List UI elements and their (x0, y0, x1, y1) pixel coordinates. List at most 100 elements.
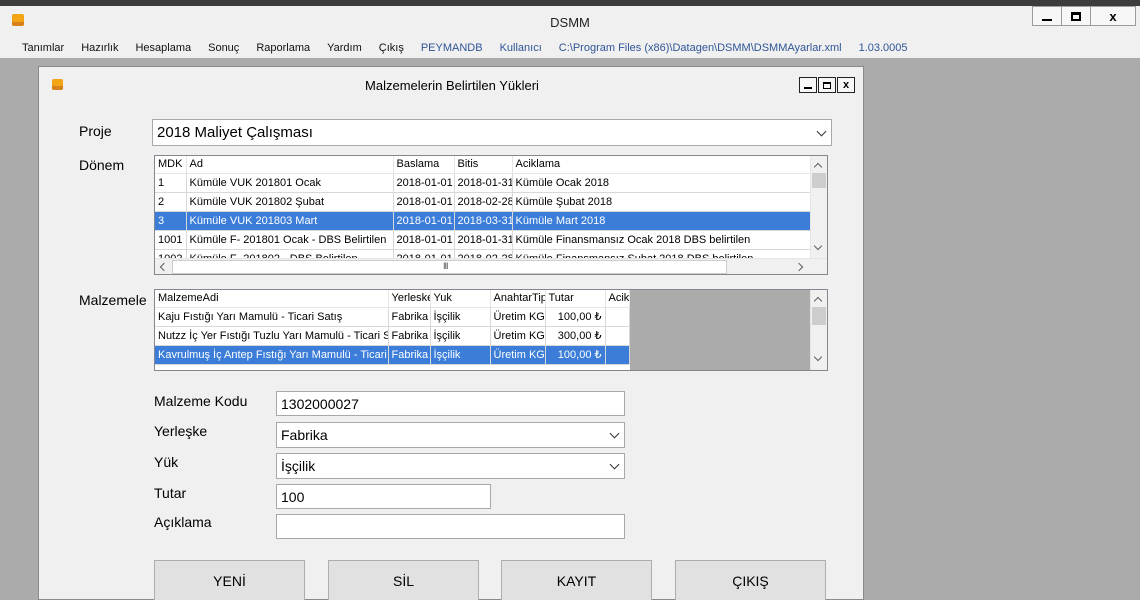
table-cell: Fabrika (388, 307, 431, 327)
table-cell: 300,00 ₺ (545, 326, 606, 346)
dialog-maximize-button[interactable] (818, 77, 836, 93)
scroll-thumb[interactable] (172, 260, 727, 274)
maximize-button[interactable] (1061, 6, 1091, 26)
donem-horizontal-scrollbar[interactable]: III (155, 258, 827, 274)
scroll-up-icon[interactable] (813, 296, 823, 306)
column-header[interactable]: Bitis (454, 156, 513, 174)
scroll-thumb[interactable] (812, 307, 826, 325)
donem-vertical-scrollbar[interactable] (810, 156, 827, 259)
donem-label: Dönem (79, 157, 125, 173)
yeni-button[interactable]: YENİ (154, 560, 305, 600)
table-cell: Kümüle Finansmansız Ocak 2018 DBS belirt… (512, 230, 826, 250)
column-header[interactable]: Ad (186, 156, 394, 174)
malzeme-vertical-scrollbar[interactable] (810, 290, 827, 370)
malzeme-kodu-input[interactable]: 1302000027 (276, 391, 625, 416)
table-cell: İşçilik (430, 307, 491, 327)
sil-button[interactable]: SİL (328, 560, 479, 600)
menu-item-4[interactable]: Raporlama (256, 42, 310, 54)
table-row[interactable]: 1001 Kümüle F- 201801 Ocak - DBS Belirtil… (155, 230, 826, 250)
table-row[interactable]: 3 Kümüle VUK 201803 Mart 2018-01-01 2018-03… (155, 211, 826, 231)
table-cell: 2018-02-28 (454, 192, 513, 212)
table-cell: Kümüle Şubat 2018 (512, 192, 826, 212)
table-cell: 3 (155, 211, 187, 231)
column-header[interactable]: AnahtarTipi (490, 290, 546, 308)
scroll-down-icon[interactable] (813, 241, 823, 251)
menu-item-6[interactable]: Çıkış (379, 42, 404, 54)
table-row[interactable]: Nutzz İç Yer Fıstığı Tuzlu Yarı Mamulü -… (155, 326, 630, 346)
scroll-thumb[interactable] (812, 173, 826, 188)
table-cell: 2 (155, 192, 187, 212)
proje-label: Proje (79, 123, 112, 139)
column-header[interactable]: MDK (155, 156, 187, 174)
scroll-left-icon[interactable] (159, 262, 169, 272)
column-header[interactable]: Aciklama (605, 290, 630, 308)
column-header[interactable]: Tutar (545, 290, 606, 308)
minimize-button[interactable] (1032, 6, 1062, 26)
dialog-window: Malzemelerin Belirtilen Yükleri x Proje … (38, 66, 864, 600)
yerleske-combobox[interactable]: Fabrika (276, 422, 625, 448)
scroll-down-icon[interactable] (813, 352, 823, 362)
dialog-close-button[interactable]: x (837, 77, 855, 93)
table-row[interactable]: Kaju Fıstığı Yarı Mamulü - Ticari Satış F… (155, 307, 630, 327)
malzeme-kodu-label: Malzeme Kodu (154, 393, 248, 409)
table-cell: Üretim KG (490, 326, 546, 346)
table-cell: Fabrika (388, 345, 431, 365)
column-header[interactable]: Aciklama (512, 156, 826, 174)
table-row[interactable]: 2 Kümüle VUK 201802 Şubat 2018-01-01 2018-0… (155, 192, 826, 212)
scroll-up-icon[interactable] (813, 162, 823, 172)
menu-item-3[interactable]: Sonuç (208, 42, 239, 54)
menu-item-5[interactable]: Yardım (327, 42, 362, 54)
table-cell: 100,00 ₺ (545, 307, 606, 327)
column-header[interactable]: Baslama (393, 156, 455, 174)
proje-combobox[interactable]: 2018 Maliyet Çalışması (152, 119, 832, 146)
table-cell: 2018-01-01 (393, 173, 455, 193)
maximize-icon (1071, 11, 1081, 21)
menu-info-8: Kullanıcı (499, 42, 542, 54)
table-cell: Kümüle Mart 2018 (512, 211, 826, 231)
table-cell: Kümüle VUK 201801 Ocak (186, 173, 394, 193)
kayit-button[interactable]: KAYIT (501, 560, 652, 600)
table-cell: Üretim KG (490, 307, 546, 327)
table-cell: 2018-01-01 (393, 211, 455, 231)
table-cell (605, 307, 630, 327)
table-cell: 1 (155, 173, 187, 193)
donem-grid[interactable]: MDK Ad Baslama Bitis Aciklama 1 Kümüle VUK 20… (154, 155, 828, 275)
table-cell: 2018-01-01 (393, 192, 455, 212)
menu-item-0[interactable]: Tanımlar (22, 42, 64, 54)
donem-table: MDK Ad Baslama Bitis Aciklama 1 Kümüle VUK 20… (155, 156, 826, 269)
close-icon: x (842, 79, 850, 91)
table-cell: Kaju Fıstığı Yarı Mamulü - Ticari Satış (155, 307, 389, 327)
table-cell: 2018-01-31 (454, 173, 513, 193)
close-button[interactable]: x (1090, 6, 1136, 26)
menu-item-1[interactable]: Hazırlık (81, 42, 118, 54)
cikis-button[interactable]: ÇIKIŞ (675, 560, 826, 600)
chevron-down-icon[interactable] (609, 428, 620, 439)
table-cell: Üretim KG (490, 345, 546, 365)
aciklama-label: Açıklama (154, 514, 212, 530)
table-cell (605, 326, 630, 346)
table-row[interactable]: Kavrulmuş İç Antep Fıstığı Yarı Mamulü -… (155, 345, 630, 365)
chevron-down-icon[interactable] (816, 126, 827, 136)
column-header[interactable]: Yuk (430, 290, 491, 308)
column-header[interactable]: MalzemeAdi (155, 290, 389, 308)
table-cell: Fabrika (388, 326, 431, 346)
dialog-controls: x (798, 77, 855, 93)
malzeme-grid[interactable]: MalzemeAdi Yerleske Yuk AnahtarTipi Tutar Aci… (154, 289, 828, 371)
aciklama-input[interactable] (276, 514, 625, 539)
minimize-icon (804, 87, 812, 89)
table-cell: 2018-01-01 (393, 230, 455, 250)
menu-info-10: 1.03.0005 (858, 42, 908, 54)
table-cell: Kümüle F- 201801 Ocak - DBS Belirtilen (186, 230, 394, 250)
table-row[interactable]: 1 Kümüle VUK 201801 Ocak 2018-01-01 2018-01… (155, 173, 826, 193)
menu-item-2[interactable]: Hesaplama (135, 42, 191, 54)
maximize-icon (823, 81, 831, 89)
malzeme-label: Malzemele (79, 292, 147, 308)
chevron-down-icon[interactable] (609, 459, 620, 470)
scroll-right-icon[interactable] (794, 262, 804, 272)
tutar-value: 100 (281, 488, 305, 505)
malzeme-kodu-value: 1302000027 (281, 395, 359, 412)
column-header[interactable]: Yerleske (388, 290, 431, 308)
yuk-combobox[interactable]: İşçilik (276, 453, 625, 479)
dialog-minimize-button[interactable] (799, 77, 817, 93)
tutar-input[interactable]: 100 (276, 484, 491, 509)
